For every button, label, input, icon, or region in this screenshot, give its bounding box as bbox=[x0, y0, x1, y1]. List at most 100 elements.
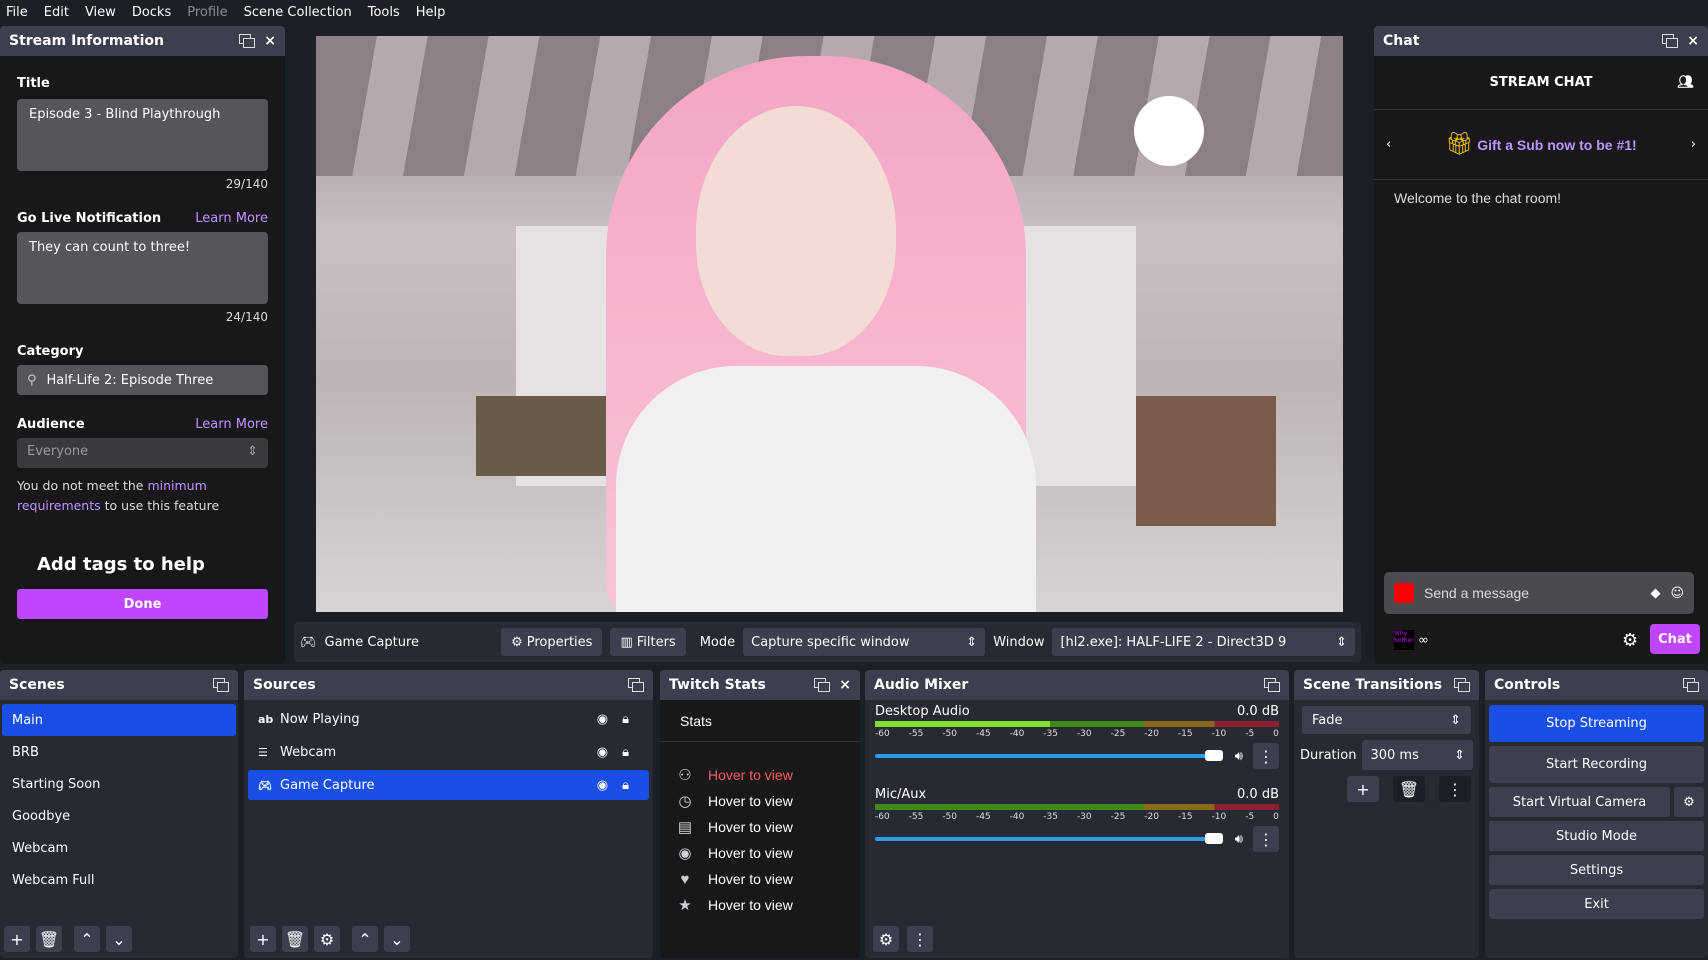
speaker-icon[interactable]: 🔊︎ bbox=[1235, 832, 1243, 847]
remove-transition-button[interactable]: 🗑︎ bbox=[1393, 776, 1425, 802]
remove-scene-button[interactable]: 🗑︎ bbox=[36, 926, 62, 952]
close-icon[interactable]: × bbox=[839, 677, 851, 693]
audience-select[interactable]: Everyone ⇕ bbox=[17, 438, 268, 468]
slider-handle[interactable] bbox=[1204, 750, 1223, 761]
undock-icon[interactable] bbox=[1683, 678, 1699, 692]
source-item[interactable]: ab Now Playing ◉ 🔒︎ bbox=[248, 704, 649, 734]
source-item[interactable]: 🎮︎ Game Capture ◉ 🔒︎ bbox=[248, 770, 649, 800]
lock-icon[interactable]: 🔒︎ bbox=[622, 712, 629, 727]
stat-item[interactable]: ⚇ Hover to view bbox=[670, 762, 850, 788]
move-down-button[interactable]: ⌄ bbox=[106, 926, 132, 952]
menu-profile[interactable]: Profile bbox=[187, 5, 227, 20]
remove-source-button[interactable]: 🗑︎ bbox=[282, 926, 308, 952]
eye-icon[interactable]: ◉ bbox=[597, 712, 608, 727]
learn-more-link[interactable]: Learn More bbox=[195, 417, 268, 432]
menu-help[interactable]: Help bbox=[416, 5, 446, 20]
done-button[interactable]: Done bbox=[17, 589, 268, 619]
menu-docks[interactable]: Docks bbox=[132, 5, 171, 20]
scene-item[interactable]: Main bbox=[2, 704, 236, 736]
menu-tools[interactable]: Tools bbox=[368, 5, 400, 20]
undock-icon[interactable] bbox=[1662, 34, 1679, 48]
list-icon: ☰ bbox=[258, 745, 268, 759]
notification-input[interactable]: They can count to three! bbox=[17, 232, 268, 304]
title-label: Title bbox=[17, 76, 50, 91]
stat-item[interactable]: ♥ Hover to view bbox=[670, 866, 850, 892]
channel-menu-button[interactable]: ⋮ bbox=[1253, 743, 1279, 769]
scene-item[interactable]: Goodbye bbox=[2, 800, 236, 832]
menu-edit[interactable]: Edit bbox=[44, 5, 69, 20]
scene-item[interactable]: BRB bbox=[2, 736, 236, 768]
move-up-button[interactable]: ⌃ bbox=[74, 926, 100, 952]
move-up-button[interactable]: ⌃ bbox=[352, 926, 378, 952]
transition-select[interactable]: Fade ⇕ bbox=[1302, 706, 1471, 734]
speaker-icon[interactable]: 🔊︎ bbox=[1235, 749, 1243, 764]
preview-canvas[interactable] bbox=[316, 36, 1343, 612]
gift-sub-link[interactable]: Gift a Sub now to be #1! bbox=[1477, 137, 1636, 153]
learn-more-link[interactable]: Learn More bbox=[195, 211, 268, 226]
settings-button[interactable]: Settings bbox=[1489, 855, 1704, 885]
add-scene-button[interactable]: + bbox=[4, 926, 30, 952]
chevron-left-icon[interactable]: ‹ bbox=[1386, 137, 1391, 152]
eye-icon[interactable]: ◉ bbox=[597, 745, 608, 760]
properties-button[interactable]: ⚙ Properties bbox=[501, 628, 603, 656]
studio-mode-button[interactable]: Studio Mode bbox=[1489, 821, 1704, 851]
close-icon[interactable]: × bbox=[264, 33, 276, 49]
exit-button[interactable]: Exit bbox=[1489, 889, 1704, 919]
undock-icon[interactable] bbox=[1264, 678, 1280, 692]
menu-file[interactable]: File bbox=[6, 5, 28, 20]
undock-icon[interactable] bbox=[628, 678, 644, 692]
move-down-button[interactable]: ⌄ bbox=[384, 926, 410, 952]
clock-icon: ◷ bbox=[678, 793, 692, 810]
lock-icon[interactable]: 🔒︎ bbox=[622, 745, 629, 760]
stop-streaming-button[interactable]: Stop Streaming bbox=[1489, 705, 1704, 742]
scene-item[interactable]: Webcam bbox=[2, 832, 236, 864]
stat-item[interactable]: ◉ Hover to view bbox=[670, 840, 850, 866]
stat-item[interactable]: ★ Hover to view bbox=[670, 892, 850, 918]
undock-icon[interactable] bbox=[814, 678, 831, 692]
stat-item[interactable]: ▤ Hover to view bbox=[670, 814, 850, 840]
bits-icon[interactable]: ◆ bbox=[1650, 586, 1660, 601]
scene-item[interactable]: Starting Soon bbox=[2, 768, 236, 800]
emote-icon[interactable]: ☺ bbox=[1670, 586, 1684, 601]
source-properties-button[interactable]: ⚙ bbox=[314, 926, 340, 952]
transition-menu-button[interactable]: ⋮ bbox=[1439, 776, 1471, 802]
filters-button[interactable]: ▥ Filters bbox=[610, 628, 686, 656]
users-icon[interactable]: 👥︎ bbox=[1677, 75, 1694, 90]
virtual-camera-settings-icon[interactable]: ⚙ bbox=[1674, 787, 1704, 817]
scene-item[interactable]: Webcam Full bbox=[2, 864, 236, 896]
undock-icon[interactable] bbox=[239, 34, 256, 48]
close-icon[interactable]: × bbox=[1687, 33, 1699, 49]
duration-spinbox[interactable]: 300 ms ⇕ bbox=[1362, 740, 1473, 770]
chat-button[interactable]: Chat bbox=[1650, 624, 1700, 654]
start-recording-button[interactable]: Start Recording bbox=[1489, 746, 1704, 783]
add-source-button[interactable]: + bbox=[250, 926, 276, 952]
chat-input[interactable]: Send a message ◆ ☺ bbox=[1384, 572, 1694, 614]
dock-title: Sources bbox=[253, 677, 316, 693]
stat-item[interactable]: ◷ Hover to view bbox=[670, 788, 850, 814]
mode-select[interactable]: Capture specific window ⇕ bbox=[743, 628, 986, 656]
window-select[interactable]: [hl2.exe]: HALF-LIFE 2 - Direct3D 9 ⇕ bbox=[1052, 628, 1355, 656]
chat-settings-icon[interactable]: ⚙ bbox=[1622, 630, 1638, 651]
start-virtual-camera-button[interactable]: Start Virtual Camera bbox=[1489, 787, 1670, 817]
mixer-menu-button[interactable]: ⋮ bbox=[907, 926, 933, 952]
volume-slider[interactable] bbox=[875, 750, 1223, 761]
stepper-icon[interactable]: ⇕ bbox=[1454, 748, 1465, 763]
source-item[interactable]: ☰ Webcam ◉ 🔒︎ bbox=[248, 737, 649, 767]
volume-slider[interactable] bbox=[875, 833, 1223, 844]
undock-icon[interactable] bbox=[1454, 678, 1470, 692]
title-input[interactable]: Episode 3 - Blind Playthrough bbox=[17, 99, 268, 171]
add-transition-button[interactable]: + bbox=[1347, 776, 1379, 802]
channel-menu-button[interactable]: ⋮ bbox=[1253, 826, 1279, 852]
eye-icon[interactable]: ◉ bbox=[597, 778, 608, 793]
menu-view[interactable]: View bbox=[85, 5, 116, 20]
advanced-audio-button[interactable]: ⚙ bbox=[873, 926, 899, 952]
lock-icon[interactable]: 🔒︎ bbox=[622, 778, 629, 793]
tick-label: 0 bbox=[1273, 812, 1279, 822]
menu-scene-collection[interactable]: Scene Collection bbox=[244, 5, 352, 20]
dock-title: Scene Transitions bbox=[1303, 677, 1443, 693]
undock-icon[interactable] bbox=[213, 678, 229, 692]
category-input[interactable]: ⚲ Half-Life 2: Episode Three bbox=[17, 365, 268, 395]
stats-tab[interactable]: Stats bbox=[660, 700, 860, 742]
chevron-right-icon[interactable]: › bbox=[1691, 137, 1696, 152]
slider-handle[interactable] bbox=[1204, 833, 1223, 844]
